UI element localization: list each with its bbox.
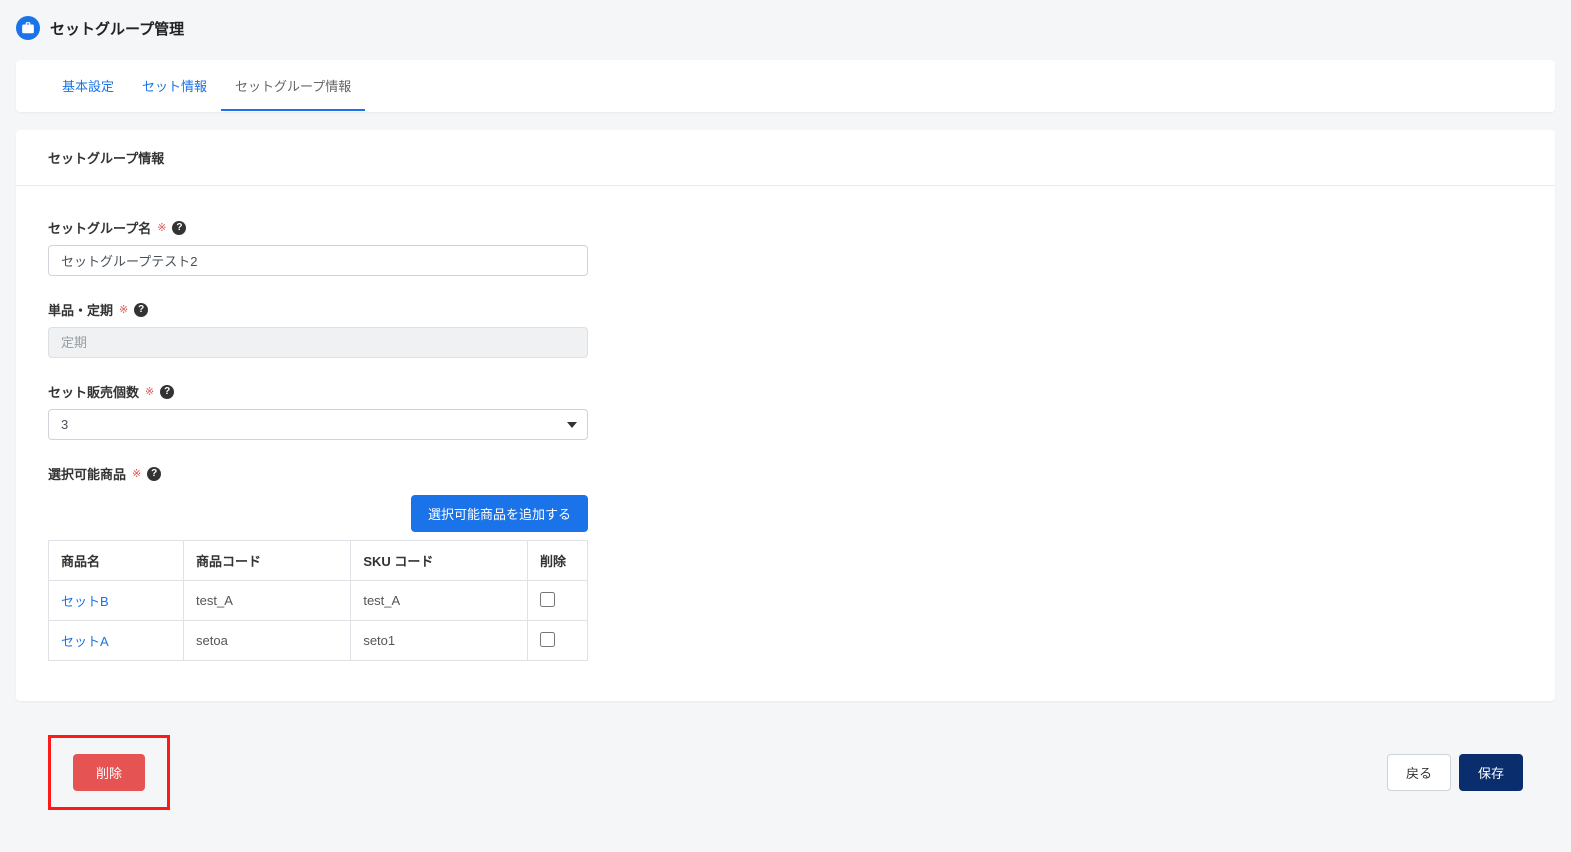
th-product-name: 商品名 <box>49 541 184 581</box>
page-title: セットグループ管理 <box>50 18 184 39</box>
delete-checkbox[interactable] <box>540 632 555 647</box>
th-product-code: 商品コード <box>184 541 351 581</box>
tabs-card: 基本設定 セット情報 セットグループ情報 <box>16 60 1555 112</box>
single-subscription-field: 単品・定期 ※ ? 定期 <box>48 300 588 358</box>
tab-basic-settings[interactable]: 基本設定 <box>48 60 128 111</box>
group-name-label-text: セットグループ名 <box>48 218 151 237</box>
sales-count-label: セット販売個数 ※ ? <box>48 382 588 401</box>
table-header-row: 商品名 商品コード SKU コード 削除 <box>49 541 588 581</box>
add-button-row: 選択可能商品を追加する <box>48 495 588 532</box>
required-mark: ※ <box>119 303 128 316</box>
required-mark: ※ <box>145 385 154 398</box>
sku-code-cell: seto1 <box>351 621 528 661</box>
table-row: セットB test_A test_A <box>49 581 588 621</box>
selectable-products-label-text: 選択可能商品 <box>48 464 126 483</box>
group-name-field: セットグループ名 ※ ? <box>48 218 588 276</box>
sku-code-cell: test_A <box>351 581 528 621</box>
footer-right: 戻る 保存 <box>1387 754 1523 791</box>
product-code-cell: test_A <box>184 581 351 621</box>
selectable-products-label: 選択可能商品 ※ ? <box>48 464 588 483</box>
sales-count-label-text: セット販売個数 <box>48 382 139 401</box>
product-link[interactable]: セットB <box>61 594 109 609</box>
section-title: セットグループ情報 <box>16 130 1555 186</box>
product-link[interactable]: セットA <box>61 634 109 649</box>
products-table: 商品名 商品コード SKU コード 削除 セットB test_A test_A … <box>48 540 588 661</box>
tab-set-info[interactable]: セット情報 <box>128 60 221 111</box>
single-subscription-select: 定期 <box>48 327 588 358</box>
save-button[interactable]: 保存 <box>1459 754 1523 791</box>
help-icon[interactable]: ? <box>172 221 186 235</box>
required-mark: ※ <box>132 467 141 480</box>
form-card: セットグループ情報 セットグループ名 ※ ? 単品・定期 ※ ? 定期 セット販… <box>16 130 1555 701</box>
sales-count-field: セット販売個数 ※ ? 3 <box>48 382 588 440</box>
tabs: 基本設定 セット情報 セットグループ情報 <box>16 60 1555 112</box>
delete-highlight-box: 削除 <box>48 735 170 810</box>
help-icon[interactable]: ? <box>147 467 161 481</box>
selectable-products-field: 選択可能商品 ※ ? <box>48 464 588 483</box>
tab-set-group-info[interactable]: セットグループ情報 <box>221 60 365 111</box>
product-code-cell: setoa <box>184 621 351 661</box>
group-name-label: セットグループ名 ※ ? <box>48 218 588 237</box>
single-subscription-label-text: 単品・定期 <box>48 300 113 319</box>
help-icon[interactable]: ? <box>134 303 148 317</box>
footer-bar: 削除 戻る 保存 <box>16 719 1555 826</box>
page-header: セットグループ管理 <box>16 16 1555 40</box>
delete-checkbox[interactable] <box>540 592 555 607</box>
briefcase-icon <box>16 16 40 40</box>
table-row: セットA setoa seto1 <box>49 621 588 661</box>
th-sku-code: SKU コード <box>351 541 528 581</box>
single-subscription-label: 単品・定期 ※ ? <box>48 300 588 319</box>
th-delete: 削除 <box>528 541 588 581</box>
help-icon[interactable]: ? <box>160 385 174 399</box>
add-selectable-product-button[interactable]: 選択可能商品を追加する <box>411 495 588 532</box>
group-name-input[interactable] <box>48 245 588 276</box>
sales-count-select[interactable]: 3 <box>48 409 588 440</box>
delete-button[interactable]: 削除 <box>73 754 145 791</box>
section-body: セットグループ名 ※ ? 単品・定期 ※ ? 定期 セット販売個数 ※ ? <box>16 186 1555 701</box>
required-mark: ※ <box>157 221 166 234</box>
back-button[interactable]: 戻る <box>1387 754 1451 791</box>
